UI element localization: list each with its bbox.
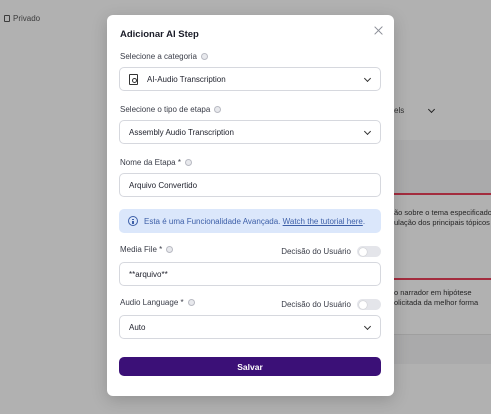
audio-language-label: Audio Language * — [120, 298, 184, 307]
add-ai-step-modal: Adicionar AI Step Selecione a categoria … — [107, 15, 394, 396]
audio-language-select[interactable]: Auto — [119, 315, 381, 339]
close-icon[interactable] — [373, 25, 385, 37]
user-decision-label: Decisão do Usuário — [281, 300, 351, 309]
user-decision-toggle[interactable] — [357, 246, 381, 257]
step-type-label-row: Selecione o tipo de etapa — [120, 105, 222, 114]
save-button[interactable]: Salvar — [119, 357, 381, 376]
step-type-select[interactable]: Assembly Audio Transcription — [119, 120, 381, 144]
help-icon[interactable] — [187, 299, 195, 306]
category-select[interactable]: AI-Audio Transcription — [119, 67, 381, 91]
audio-language-value: Auto — [129, 322, 146, 332]
step-name-label: Nome da Etapa * — [120, 158, 181, 167]
info-icon — [128, 216, 138, 226]
audio-language-user-decision: Decisão do Usuário — [281, 299, 381, 310]
chevron-down-icon — [363, 322, 372, 331]
modal-title: Adicionar AI Step — [120, 29, 199, 40]
user-decision-toggle[interactable] — [357, 299, 381, 310]
help-icon[interactable] — [214, 106, 222, 113]
media-file-input[interactable]: **arquivo** — [119, 262, 381, 286]
notice-suffix: . — [362, 216, 366, 226]
category-label: Selecione a categoria — [120, 52, 197, 61]
help-icon[interactable] — [200, 53, 208, 60]
category-value: AI-Audio Transcription — [147, 74, 226, 84]
user-decision-label: Decisão do Usuário — [281, 247, 351, 256]
step-name-input[interactable]: Arquivo Convertido — [119, 173, 381, 197]
step-type-value: Assembly Audio Transcription — [129, 127, 234, 137]
step-name-value: Arquivo Convertido — [129, 180, 198, 190]
category-label-row: Selecione a categoria — [120, 52, 208, 61]
help-icon[interactable] — [184, 159, 192, 166]
audio-language-label-row: Audio Language * — [120, 298, 195, 307]
media-file-value: **arquivo** — [129, 269, 168, 279]
media-file-label-row: Media File * — [120, 245, 174, 254]
chevron-down-icon — [363, 127, 372, 136]
chevron-down-icon — [363, 74, 372, 83]
notice-text-wrap: Esta é uma Funcionalidade Avançada. Watc… — [144, 217, 365, 226]
media-file-user-decision: Decisão do Usuário — [281, 246, 381, 257]
media-file-label: Media File * — [120, 245, 163, 254]
tutorial-link[interactable]: Watch the tutorial here — [283, 217, 363, 226]
help-icon[interactable] — [166, 246, 174, 253]
notice-text: Esta é uma Funcionalidade Avançada. — [144, 216, 281, 226]
advanced-feature-notice: Esta é uma Funcionalidade Avançada. Watc… — [119, 209, 381, 233]
step-type-label: Selecione o tipo de etapa — [120, 105, 211, 114]
audio-file-icon — [129, 73, 138, 85]
step-name-label-row: Nome da Etapa * — [120, 158, 192, 167]
